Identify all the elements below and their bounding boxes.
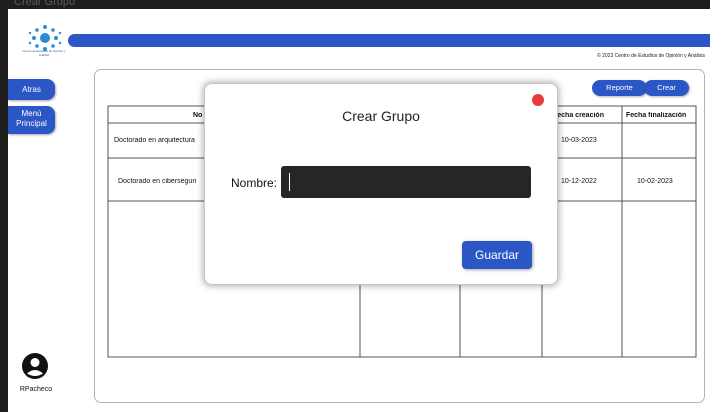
- modal-title: Crear Grupo: [342, 108, 420, 124]
- table-row-created: 10-03-2023: [561, 137, 597, 144]
- close-icon[interactable]: [532, 94, 544, 106]
- column-header-created: Fecha creación: [553, 112, 604, 119]
- app-canvas: Centro de Estudios de Opinión y Análisis…: [8, 9, 710, 412]
- table-row-finished: 10-02-2023: [637, 178, 673, 185]
- window-title: Crear Grupo: [14, 0, 76, 8]
- name-input[interactable]: [281, 166, 531, 198]
- table-row-name: Doctorado en ciberseguri: [118, 178, 197, 185]
- create-group-modal: Crear Grupo Nombre: Guardar: [204, 83, 558, 285]
- name-label: Nombre:: [231, 176, 278, 190]
- column-header-finished: Fecha finalización: [626, 112, 687, 119]
- text-cursor: [289, 173, 290, 191]
- table-row-name: Doctorado en arquitectura: [114, 137, 195, 144]
- save-button[interactable]: Guardar: [462, 241, 532, 269]
- table-row-created: 10-12-2022: [561, 178, 597, 185]
